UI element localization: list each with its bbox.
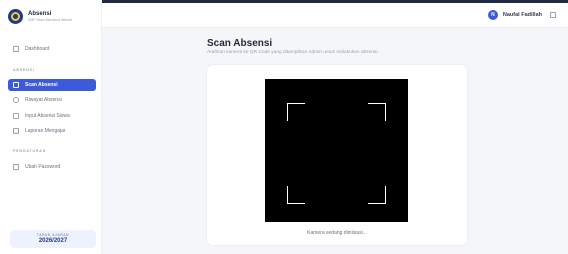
sidebar-item-laporan-mengajar[interactable]: Laporan Mengajar bbox=[8, 125, 96, 137]
sidebar-item-label: Ubah Password bbox=[25, 164, 61, 170]
viewfinder-corner-top-left bbox=[287, 103, 305, 121]
sidebar-item-label: Input Absensi Siswa bbox=[25, 113, 70, 119]
sidebar-item-label: Dashboard bbox=[25, 46, 50, 52]
sidebar-item-riwayat-absensi[interactable]: Riwayat Absensi bbox=[8, 94, 96, 106]
school-logo bbox=[8, 9, 23, 24]
page-subtitle: Arahkan kamera ke QR Code yang ditampilk… bbox=[207, 50, 379, 55]
sidebar-item-label: Scan Absensi bbox=[25, 82, 58, 88]
academic-year-card: TAHUN AJARAN 2026/2027 bbox=[10, 230, 96, 248]
top-bar: N Naufal Fadillah bbox=[102, 0, 568, 28]
report-icon bbox=[13, 128, 19, 134]
sidebar-item-dashboard[interactable]: Dashboard bbox=[8, 43, 96, 55]
sidebar-item-ubah-password[interactable]: Ubah Password bbox=[8, 161, 96, 173]
page-title: Scan Absensi bbox=[207, 38, 273, 49]
edit-icon bbox=[13, 113, 19, 119]
sidebar-item-label: Riwayat Absensi bbox=[25, 97, 62, 103]
lock-icon bbox=[13, 164, 19, 170]
sidebar: Absensi SMP Islam Nurulhud Wirnah Dashbo… bbox=[0, 0, 102, 254]
user-name[interactable]: Naufal Fadillah bbox=[503, 12, 542, 18]
user-menu[interactable]: N Naufal Fadillah bbox=[487, 10, 556, 20]
viewfinder-corner-top-right bbox=[368, 103, 386, 121]
camera-status: Kamera sedang diinisiasi... bbox=[307, 230, 367, 236]
viewfinder-corner-bottom-left bbox=[287, 186, 305, 204]
dashboard-icon bbox=[13, 46, 19, 52]
history-icon bbox=[13, 97, 19, 103]
brand-name: Absensi bbox=[28, 10, 52, 17]
brand[interactable]: Absensi SMP Islam Nurulhud Wirnah bbox=[8, 9, 72, 24]
camera-viewfinder bbox=[265, 79, 408, 222]
sidebar-item-scan-absensi[interactable]: Scan Absensi bbox=[8, 79, 96, 91]
scan-icon bbox=[13, 82, 19, 88]
scanner-card: Kamera sedang diinisiasi... bbox=[207, 65, 467, 245]
section-label-absensi: ABSENSI bbox=[13, 68, 35, 72]
logout-icon[interactable] bbox=[550, 12, 556, 18]
sidebar-item-label: Laporan Mengajar bbox=[25, 128, 66, 134]
brand-subtitle: SMP Islam Nurulhud Wirnah bbox=[28, 17, 73, 22]
viewfinder-corner-bottom-right bbox=[368, 186, 386, 204]
academic-year-value: 2026/2027 bbox=[38, 238, 68, 244]
sidebar-item-input-absensi-siswa[interactable]: Input Absensi Siswa bbox=[8, 110, 96, 122]
avatar[interactable]: N bbox=[487, 10, 498, 20]
section-label-pengaturan: PENGATURAN bbox=[13, 149, 47, 153]
